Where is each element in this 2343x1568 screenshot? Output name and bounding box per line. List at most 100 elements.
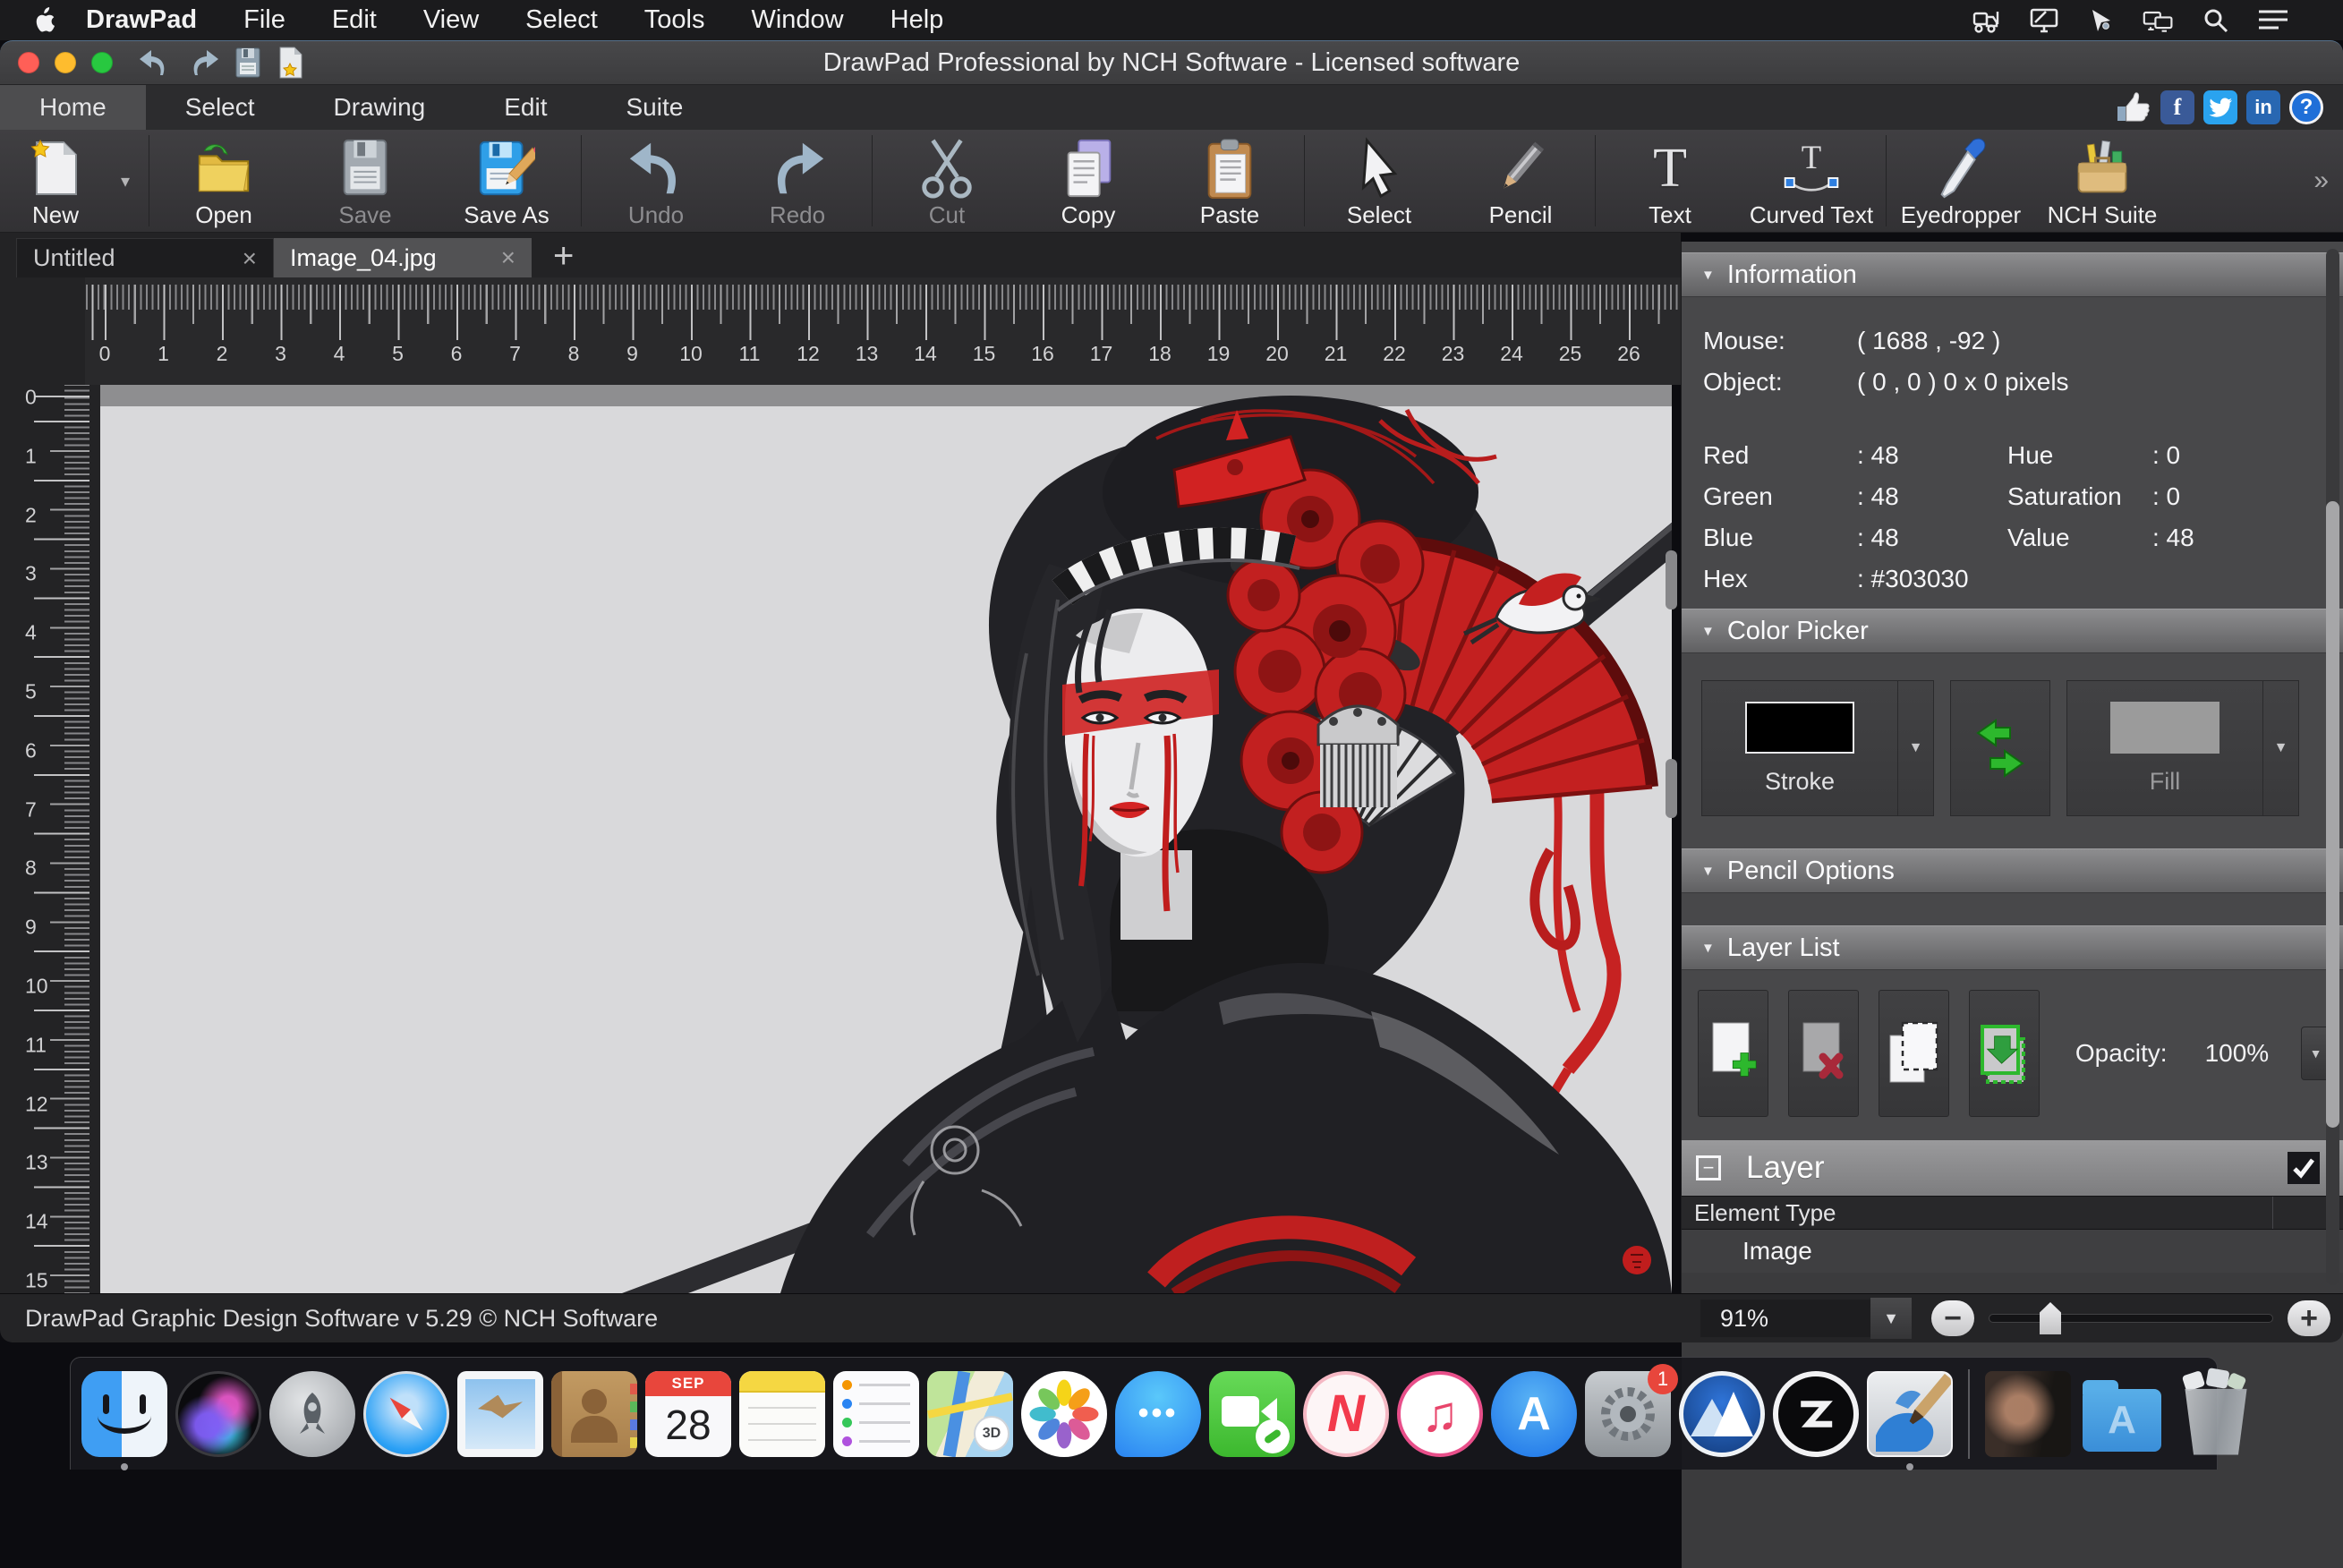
zoom-level-field[interactable]: 91%	[1700, 1300, 1870, 1337]
merge-layer-button[interactable]	[1968, 990, 2040, 1117]
paste-button[interactable]: Paste	[1159, 130, 1300, 232]
canvas-scrollbar-thumb[interactable]	[1666, 550, 1677, 609]
menu-item-select[interactable]: Select	[525, 5, 598, 35]
dock-maps-icon[interactable]: 3D	[927, 1370, 1013, 1457]
undo-button[interactable]: Undo	[585, 130, 727, 232]
dock-launchpad-icon[interactable]	[269, 1370, 355, 1457]
dock-mountain-app-icon[interactable]	[1679, 1370, 1765, 1457]
apple-icon[interactable]	[32, 6, 55, 34]
search-icon[interactable]	[2200, 5, 2232, 36]
dock-photos-icon[interactable]	[1021, 1370, 1107, 1457]
cut-button[interactable]: Cut	[876, 130, 1018, 232]
close-tab-icon[interactable]: ×	[501, 243, 515, 272]
save-button[interactable]: Save	[294, 130, 436, 232]
zoom-out-button[interactable]: −	[1931, 1300, 1974, 1336]
zoom-window-button[interactable]	[91, 52, 113, 73]
dock-drawpad-icon[interactable]	[1867, 1370, 1953, 1470]
dock-news-icon[interactable]: N	[1303, 1370, 1389, 1457]
add-layer-button[interactable]	[1698, 990, 1768, 1117]
close-window-button[interactable]	[18, 52, 39, 73]
new-tab-button[interactable]: +	[553, 238, 574, 277]
zoom-slider[interactable]	[1989, 1302, 2273, 1334]
new-button[interactable]: New	[5, 130, 106, 232]
titlebar-new-icon[interactable]	[277, 46, 304, 80]
information-section-header[interactable]: ▼ Information	[1682, 252, 2343, 297]
pencil-options-section-header[interactable]: ▼ Pencil Options	[1682, 848, 2343, 893]
pointer-icon[interactable]	[2085, 5, 2117, 36]
select-layer-button[interactable]	[1878, 990, 1949, 1117]
zoom-in-button[interactable]: +	[2288, 1300, 2330, 1336]
element-row-image[interactable]: Image	[1682, 1230, 2343, 1273]
menu-app-name[interactable]: DrawPad	[86, 5, 197, 35]
fill-color-button[interactable]: Fill ▼	[2066, 680, 2299, 816]
curved-text-button[interactable]: T Curved Text	[1741, 130, 1882, 232]
dock-mail-icon[interactable]	[457, 1370, 543, 1457]
collapse-layer-icon[interactable]: −	[1696, 1155, 1721, 1180]
dock-reminders-icon[interactable]	[833, 1370, 919, 1457]
canvas[interactable]	[100, 385, 1672, 1293]
toolbar-overflow-chevron[interactable]: »	[2313, 166, 2338, 196]
redo-button[interactable]: Redo	[727, 130, 868, 232]
document-tab-image04[interactable]: Image_04.jpg ×	[274, 238, 532, 277]
fill-dropdown-arrow[interactable]: ▼	[2262, 681, 2298, 815]
tab-drawing[interactable]: Drawing	[294, 85, 465, 130]
titlebar-undo-icon[interactable]	[138, 47, 172, 78]
tab-select[interactable]: Select	[146, 85, 294, 130]
tab-edit[interactable]: Edit	[464, 85, 586, 130]
menu-item-tools[interactable]: Tools	[644, 5, 705, 35]
close-tab-icon[interactable]: ×	[243, 244, 257, 273]
tab-suite[interactable]: Suite	[586, 85, 722, 130]
like-icon[interactable]	[2116, 90, 2151, 124]
dock-photo-file-icon[interactable]	[1985, 1370, 2071, 1457]
copy-button[interactable]: Copy	[1018, 130, 1159, 232]
nch-suite-button[interactable]: NCH Suite	[2032, 130, 2173, 232]
displays-icon[interactable]	[2143, 5, 2175, 36]
dock-calendar-icon[interactable]: SEP 28	[645, 1370, 731, 1457]
layer-visibility-checkbox[interactable]	[2288, 1152, 2320, 1184]
dock-trash-icon[interactable]	[2173, 1367, 2259, 1457]
dock-facetime-icon[interactable]	[1209, 1370, 1295, 1457]
panel-scrollbar-thumb[interactable]	[2326, 501, 2339, 1128]
menu-item-file[interactable]: File	[243, 5, 285, 35]
dock-system-preferences-icon[interactable]: 1	[1585, 1363, 1678, 1457]
forklift-icon[interactable]	[1971, 5, 2003, 36]
twitter-icon[interactable]	[2203, 90, 2237, 124]
document-tab-untitled[interactable]: Untitled ×	[16, 238, 274, 277]
zoom-dropdown-button[interactable]: ▼	[1870, 1298, 1912, 1339]
titlebar-save-icon[interactable]	[234, 47, 263, 79]
eyedropper-button[interactable]: Eyedropper	[1890, 130, 2032, 232]
menu-item-help[interactable]: Help	[890, 5, 944, 35]
menu-item-edit[interactable]: Edit	[332, 5, 377, 35]
select-tool-button[interactable]: Select	[1308, 130, 1450, 232]
dock-finder-icon[interactable]	[81, 1370, 167, 1470]
dock-siri-icon[interactable]	[175, 1370, 261, 1457]
display-icon[interactable]	[2028, 5, 2060, 36]
layer-row[interactable]: − Layer	[1682, 1140, 2343, 1196]
facebook-icon[interactable]: f	[2160, 90, 2194, 124]
linkedin-icon[interactable]: in	[2246, 90, 2280, 124]
dock-messages-icon[interactable]: •••	[1115, 1370, 1201, 1457]
open-button[interactable]: Open	[153, 130, 294, 232]
color-picker-section-header[interactable]: ▼ Color Picker	[1682, 609, 2343, 653]
dock-contacts-icon[interactable]	[551, 1370, 637, 1457]
swap-colors-button[interactable]	[1950, 680, 2050, 816]
dock-music-icon[interactable]: ♫	[1397, 1370, 1483, 1457]
pencil-tool-button[interactable]: Pencil	[1450, 130, 1591, 232]
delete-layer-button[interactable]	[1787, 990, 1859, 1117]
zoom-slider-thumb[interactable]	[2040, 1302, 2061, 1334]
titlebar-redo-icon[interactable]	[186, 47, 220, 78]
minimize-window-button[interactable]	[55, 52, 76, 73]
help-icon[interactable]: ?	[2289, 90, 2323, 124]
tab-home[interactable]: Home	[0, 85, 146, 130]
dock-zigzag-app-icon[interactable]	[1773, 1370, 1859, 1457]
window-title-bar[interactable]: DrawPad Professional by NCH Software - L…	[0, 40, 2343, 85]
menu-list-icon[interactable]	[2257, 5, 2289, 36]
dock-safari-icon[interactable]	[363, 1370, 449, 1457]
dock-appstore-icon[interactable]: A	[1491, 1370, 1577, 1457]
dock-applications-folder-icon[interactable]: A	[2079, 1371, 2165, 1457]
save-as-button[interactable]: Save As	[436, 130, 577, 232]
stroke-color-button[interactable]: Stroke ▼	[1701, 680, 1934, 816]
menu-item-window[interactable]: Window	[751, 5, 843, 35]
new-dropdown-arrow[interactable]: ▾	[106, 130, 145, 232]
layer-list-section-header[interactable]: ▼ Layer List	[1682, 925, 2343, 970]
